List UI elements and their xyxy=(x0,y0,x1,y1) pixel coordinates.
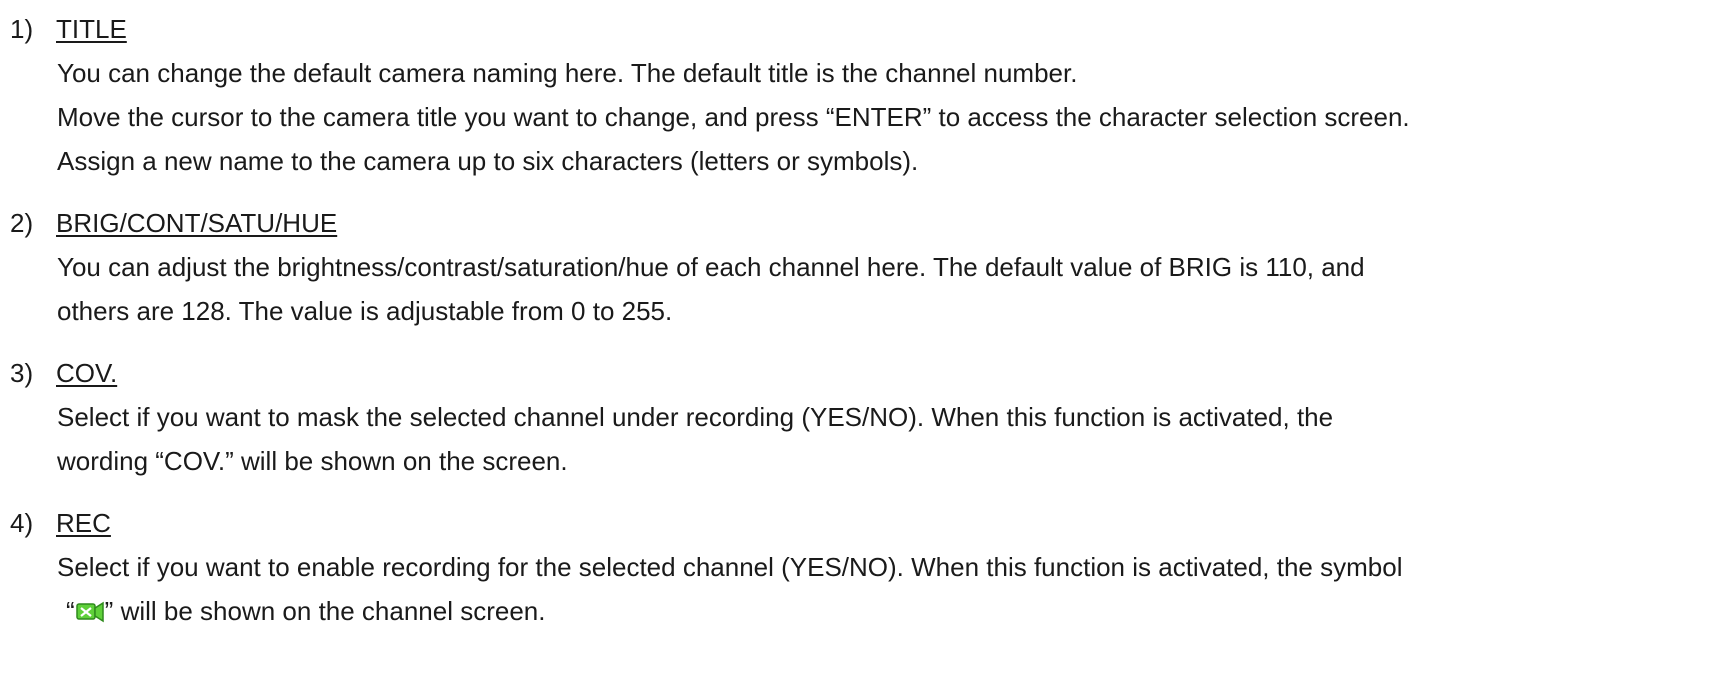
paragraph-line: Assign a new name to the camera up to si… xyxy=(57,146,919,176)
paragraph-line-with-icon: “ ” will be shown on the channel screen. xyxy=(66,589,1724,633)
open-quote: “ xyxy=(66,596,75,626)
document-body: 1) TITLE You can change the default came… xyxy=(0,7,1724,651)
paragraph-line: Select if you want to enable recording f… xyxy=(57,552,1403,582)
paragraph-line: wording “COV.” will be shown on the scre… xyxy=(57,446,568,476)
section-heading-row: 4) REC xyxy=(0,501,1724,545)
paragraph-line: others are 128. The value is adjustable … xyxy=(57,296,673,326)
section-brig-cont-satu-hue: 2) BRIG/CONT/SATU/HUE You can adjust the… xyxy=(0,201,1724,333)
section-heading: COV. xyxy=(56,358,118,388)
section-heading-row: 2) BRIG/CONT/SATU/HUE xyxy=(0,201,1724,245)
paragraph-line-tail: will be shown on the channel screen. xyxy=(113,596,546,626)
paragraph-line: Select if you want to mask the selected … xyxy=(57,402,1334,432)
section-number: 2) xyxy=(10,208,34,238)
section-rec: 4) REC Select if you want to enable reco… xyxy=(0,501,1724,633)
section-title: 1) TITLE You can change the default came… xyxy=(0,7,1724,183)
paragraph-line: Move the cursor to the camera title you … xyxy=(57,102,1410,132)
section-heading: BRIG/CONT/SATU/HUE xyxy=(56,208,338,238)
section-number: 4) xyxy=(10,508,34,538)
section-heading: REC xyxy=(56,508,111,538)
section-number: 3) xyxy=(10,358,34,388)
record-camera-icon xyxy=(75,601,104,623)
section-number: 1) xyxy=(10,14,34,44)
section-heading-row: 3) COV. xyxy=(0,351,1724,395)
paragraph-line: You can change the default camera naming… xyxy=(57,58,1078,88)
section-heading: TITLE xyxy=(56,14,127,44)
section-cov: 3) COV. Select if you want to mask the s… xyxy=(0,351,1724,483)
section-heading-row: 1) TITLE xyxy=(0,7,1724,51)
paragraph-line: You can adjust the brightness/contrast/s… xyxy=(57,252,1365,282)
